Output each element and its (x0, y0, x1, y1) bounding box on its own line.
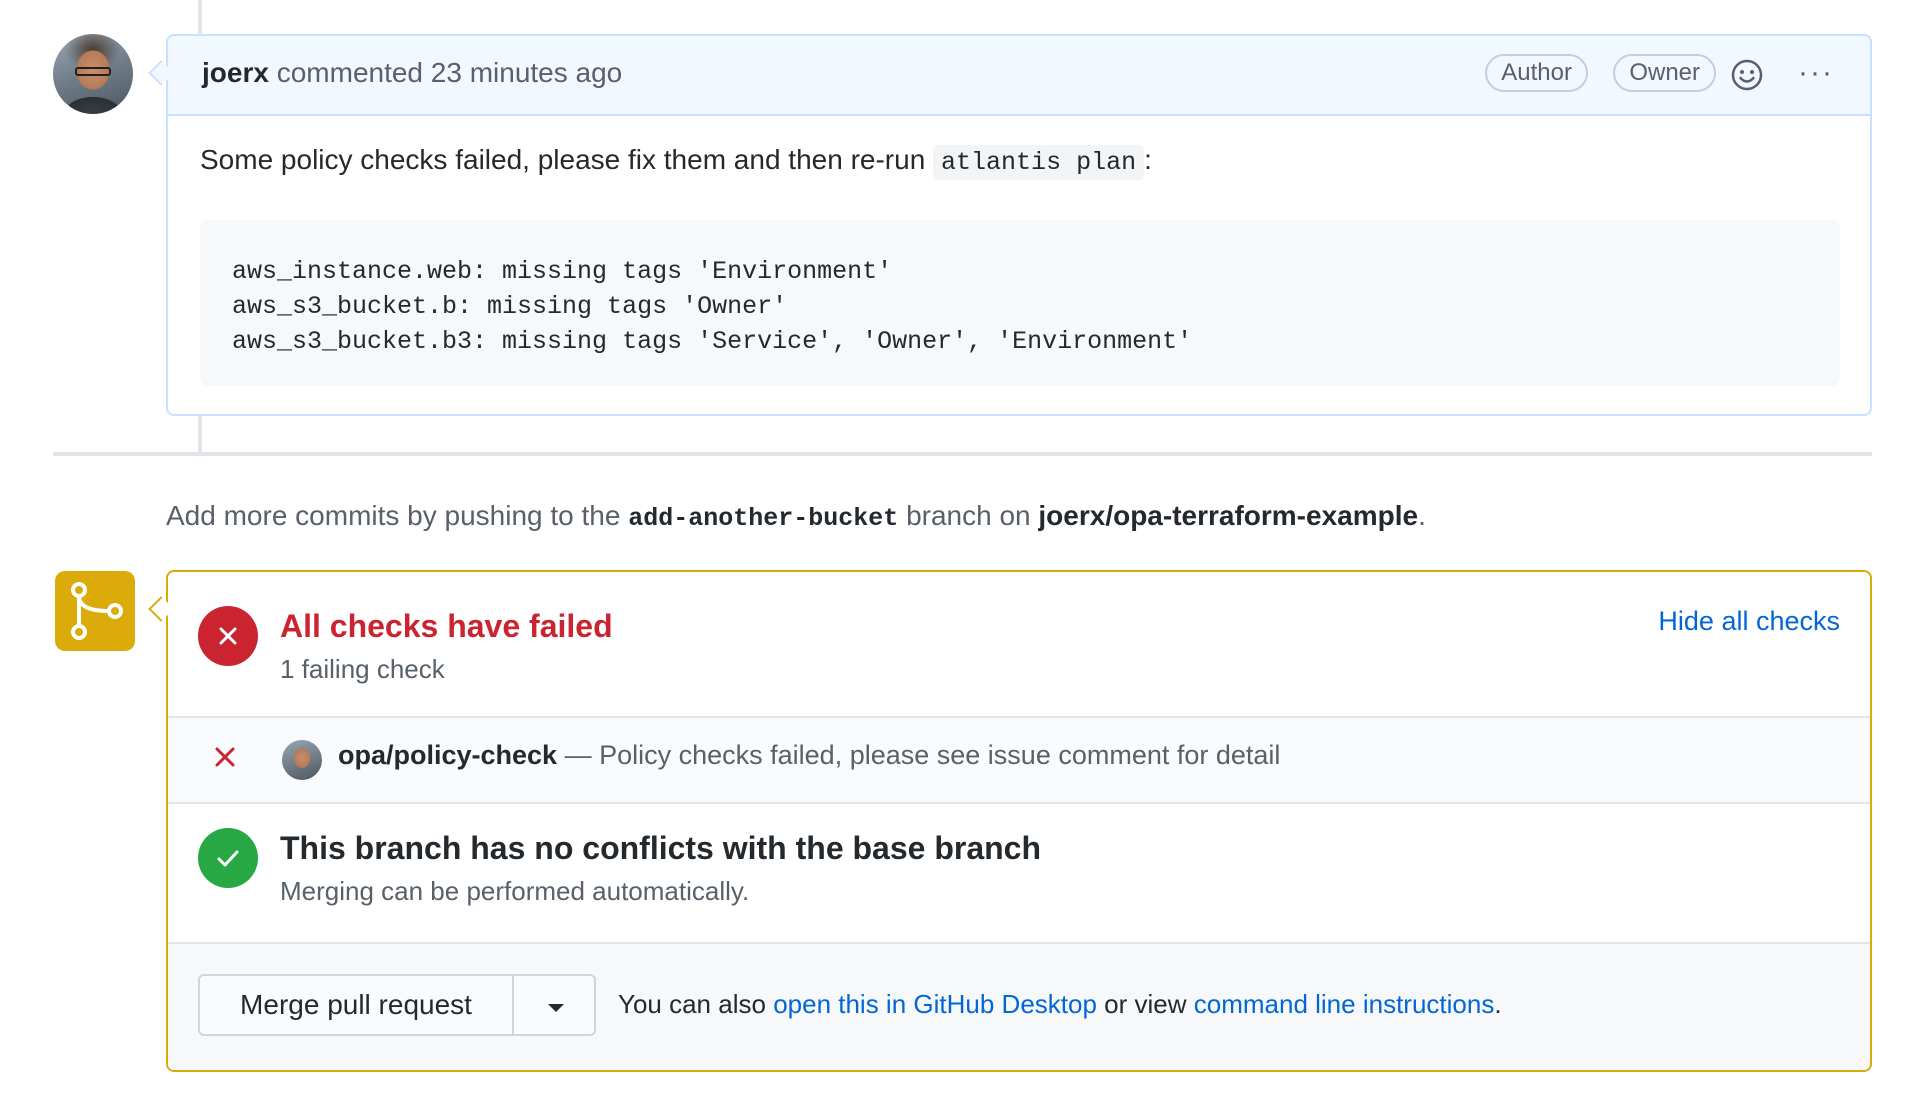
push-hint-middle: branch on (906, 500, 1031, 531)
comment-text-suffix: : (1144, 144, 1152, 175)
branch-name[interactable]: add-another-bucket (628, 504, 898, 533)
caret-down-icon (548, 1004, 564, 1012)
code-block: aws_instance.web: missing tags 'Environm… (200, 220, 1840, 386)
timeline-line-top (198, 0, 202, 34)
footer-prefix: You can also (618, 989, 766, 1019)
check-app-avatar (282, 740, 322, 780)
open-in-desktop-link[interactable]: open this in GitHub Desktop (773, 989, 1097, 1019)
more-options-icon[interactable]: ··· (1796, 58, 1836, 92)
push-hint-suffix: . (1418, 500, 1426, 531)
merge-method-dropdown[interactable] (512, 974, 596, 1036)
push-hint-prefix: Add more commits by pushing to the (166, 500, 621, 531)
comment-body: Some policy checks failed, please fix th… (200, 144, 1840, 180)
code-block-text: aws_instance.web: missing tags 'Environm… (232, 254, 1192, 359)
timeline-divider (53, 452, 1872, 456)
comment-author[interactable]: joerx (202, 57, 269, 88)
checks-status-title: All checks have failed (280, 608, 613, 644)
code-line: aws_s3_bucket.b: missing tags 'Owner' (232, 292, 788, 321)
conflicts-status-title: This branch has no conflicts with the ba… (280, 830, 1042, 866)
conflicts-status-subtitle: Merging can be performed automatically. (280, 876, 750, 906)
comment-author-avatar[interactable] (53, 34, 133, 114)
comment-text: Some policy checks failed, please fix th… (200, 144, 1840, 180)
footer-middle: or view (1104, 989, 1187, 1019)
hide-all-checks-link[interactable]: Hide all checks (1658, 606, 1840, 637)
command-line-instructions-link[interactable]: command line instructions (1194, 989, 1495, 1019)
check-name: opa/policy-check (338, 740, 558, 770)
check-description: — Policy checks failed, please see issue… (564, 740, 1281, 770)
footer-suffix: . (1494, 989, 1502, 1019)
merge-alternatives-text: You can also open this in GitHub Desktop… (618, 989, 1502, 1020)
comment-box: joerx commented 23 minutes ago Author Ow… (166, 34, 1872, 416)
checks-failed-icon (198, 606, 258, 666)
repo-name[interactable]: joerx/opa-terraform-example (1038, 500, 1418, 531)
add-reaction-icon[interactable] (1730, 58, 1764, 92)
inline-code: atlantis plan (933, 145, 1145, 180)
owner-badge: Owner (1613, 54, 1716, 92)
checks-status-subtitle: 1 failing check (280, 654, 445, 684)
merge-pull-request-button[interactable]: Merge pull request (198, 974, 514, 1036)
check-item-row[interactable]: opa/policy-check — Policy checks failed,… (168, 716, 1870, 804)
comment-text-prefix: Some policy checks failed, please fix th… (200, 144, 926, 175)
comment-timestamp[interactable]: commented 23 minutes ago (277, 57, 623, 88)
timeline-line-bottom (198, 416, 202, 452)
comment-meta: joerx commented 23 minutes ago (202, 57, 622, 89)
check-item-text: opa/policy-check — Policy checks failed,… (338, 740, 1280, 771)
push-hint: Add more commits by pushing to the add-a… (166, 500, 1426, 533)
merge-footer: Merge pull request You can also open thi… (168, 942, 1870, 1070)
merge-box: All checks have failed 1 failing check H… (166, 570, 1872, 1072)
code-line: aws_s3_bucket.b3: missing tags 'Service'… (232, 327, 1193, 356)
git-merge-icon (55, 571, 135, 651)
comment-header: joerx commented 23 minutes ago Author Ow… (168, 36, 1870, 116)
no-conflicts-check-icon (198, 828, 258, 888)
glasses-detail (75, 67, 111, 76)
check-failed-x-icon (212, 744, 238, 770)
author-badge: Author (1485, 54, 1588, 92)
code-line: aws_instance.web: missing tags 'Environm… (232, 257, 893, 286)
